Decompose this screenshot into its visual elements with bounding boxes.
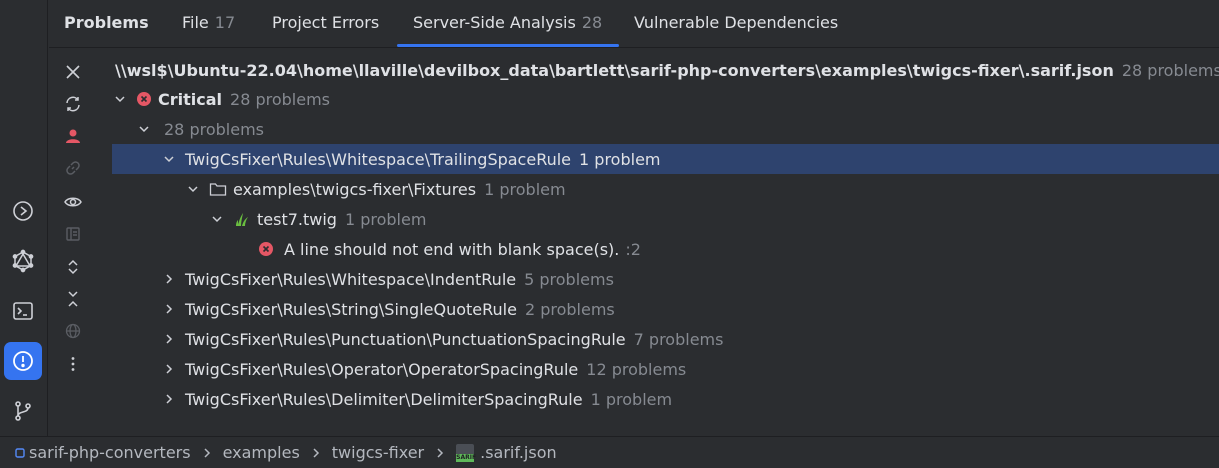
- chevron-right-icon[interactable]: [161, 361, 177, 377]
- tab-server-side-analysis[interactable]: Server-Side Analysis 28: [413, 13, 602, 32]
- rule-name: TwigCsFixer\Rules\String\SingleQuoteRule: [185, 299, 517, 319]
- tab-file[interactable]: File 17: [182, 13, 235, 32]
- chevron-right-icon[interactable]: [161, 301, 177, 317]
- tree-critical-row[interactable]: Critical 28 problems: [112, 84, 1219, 114]
- activity-bar: [0, 0, 48, 436]
- tree-rule-row[interactable]: TwigCsFixer\Rules\Delimiter\DelimiterSpa…: [161, 384, 1219, 414]
- link-icon: [61, 156, 85, 180]
- rule-count: 1 problem: [579, 149, 661, 169]
- root-count: 28 problems: [1121, 60, 1219, 80]
- chevron-down-icon[interactable]: [185, 181, 201, 197]
- eye-icon[interactable]: [61, 190, 85, 214]
- tree-problem-row[interactable]: A line should not end with blank space(s…: [258, 234, 1219, 264]
- user-icon[interactable]: [61, 124, 85, 148]
- rule-name: TwigCsFixer\Rules\Delimiter\DelimiterSpa…: [185, 389, 583, 409]
- breadcrumb-twigcs-fixer-label: twigcs-fixer: [331, 443, 425, 462]
- problem-message: A line should not end with blank space(s…: [284, 239, 620, 259]
- breadcrumb-twigcs-fixer[interactable]: twigcs-fixer: [332, 443, 424, 462]
- tab-vulnerable-dependencies[interactable]: Vulnerable Dependencies: [634, 13, 838, 32]
- tree-rule-row[interactable]: TwigCsFixer\Rules\Punctuation\Punctuatio…: [161, 324, 1219, 354]
- critical-label: Critical: [158, 89, 223, 109]
- chevron-down-icon[interactable]: [136, 121, 152, 137]
- file-name: test7.twig: [257, 209, 337, 229]
- error-icon: [258, 241, 274, 257]
- rule-count: 5 problems: [524, 269, 614, 289]
- collapse-all-icon[interactable]: [61, 287, 85, 311]
- tab-server-side-analysis-count: 28: [581, 13, 603, 32]
- breadcrumb-examples[interactable]: examples: [223, 443, 300, 462]
- twig-file-icon: [233, 211, 251, 227]
- terminal-icon[interactable]: [4, 292, 42, 330]
- chevron-right-icon: [310, 447, 322, 459]
- tab-server-side-analysis-label: Server-Side Analysis: [413, 13, 576, 32]
- active-tab-indicator: [397, 44, 619, 47]
- sarif-file-icon: SARIF: [456, 443, 477, 462]
- rule-name: TwigCsFixer\Rules\Operator\OperatorSpaci…: [185, 359, 579, 379]
- tab-project-errors-label: Project Errors: [272, 13, 380, 32]
- tree-rule-row-selected[interactable]: TwigCsFixer\Rules\Whitespace\TrailingSpa…: [112, 144, 1219, 174]
- rule-count: 12 problems: [586, 359, 687, 379]
- tree-rule-row[interactable]: TwigCsFixer\Rules\Operator\OperatorSpaci…: [161, 354, 1219, 384]
- breadcrumb-project-label: sarif-php-converters: [29, 443, 191, 462]
- run-icon[interactable]: [4, 192, 42, 230]
- root-path: \\wsl$\Ubuntu-22.04\home\llaville\devilb…: [115, 60, 1114, 80]
- chevron-down-icon[interactable]: [161, 151, 177, 167]
- rule-count: 2 problems: [524, 299, 615, 319]
- error-icon: [136, 91, 152, 107]
- rule-count: 7 problems: [633, 329, 724, 349]
- git-icon[interactable]: [4, 392, 42, 430]
- chevron-right-icon: [434, 447, 446, 459]
- breadcrumb-file-label: .sarif.json: [480, 443, 557, 462]
- status-bar: sarif-php-converters examples twigcs-fix…: [0, 436, 1219, 468]
- more-icon[interactable]: [61, 352, 85, 376]
- tree-folder-row[interactable]: examples\twigcs-fixer\Fixtures 1 problem: [185, 174, 1219, 204]
- problems-icon[interactable]: [4, 342, 42, 380]
- folder-count: 1 problem: [484, 179, 566, 199]
- close-icon[interactable]: [61, 60, 85, 84]
- tree-group-row[interactable]: 28 problems: [136, 114, 1219, 144]
- breadcrumb-project[interactable]: sarif-php-converters: [15, 443, 191, 462]
- folder-icon: [209, 181, 227, 197]
- chevron-right-icon[interactable]: [161, 331, 177, 347]
- problems-tab-bar: Problems File 17 Project Errors Server-Si…: [49, 0, 1219, 48]
- folder-name: examples\twigcs-fixer\Fixtures: [233, 179, 477, 199]
- critical-count: 28 problems: [230, 89, 330, 109]
- rule-name: TwigCsFixer\Rules\Whitespace\IndentRule: [185, 269, 517, 289]
- problems-tree: \\wsl$\Ubuntu-22.04\home\llaville\devilb…: [97, 48, 1219, 436]
- chevron-down-icon[interactable]: [112, 91, 128, 107]
- tab-file-count: 17: [214, 13, 236, 32]
- problem-line: :2: [625, 239, 641, 259]
- breadcrumb-file[interactable]: SARIF .sarif.json: [456, 443, 557, 462]
- tool-window-title: Problems: [64, 13, 149, 32]
- preview-icon: [61, 222, 85, 246]
- breadcrumb-examples-label: examples: [222, 443, 300, 462]
- sarif-badge: SARIF: [456, 453, 477, 462]
- chevron-down-icon[interactable]: [209, 211, 225, 227]
- chevron-right-icon[interactable]: [161, 271, 177, 287]
- tree-rule-row[interactable]: TwigCsFixer\Rules\Whitespace\IndentRule …: [161, 264, 1219, 294]
- tree-rule-row[interactable]: TwigCsFixer\Rules\String\SingleQuoteRule…: [161, 294, 1219, 324]
- chevron-right-icon: [201, 447, 213, 459]
- tab-file-label: File: [182, 13, 209, 32]
- graphql-icon[interactable]: [4, 242, 42, 280]
- tree-file-row[interactable]: test7.twig 1 problem: [209, 204, 1219, 234]
- rule-count: 1 problem: [590, 389, 673, 409]
- tab-vulnerable-dependencies-label: Vulnerable Dependencies: [634, 13, 839, 32]
- globe-icon: [61, 319, 85, 343]
- tool-strip: [49, 48, 97, 436]
- tab-project-errors[interactable]: Project Errors: [272, 13, 379, 32]
- refresh-icon[interactable]: [61, 92, 85, 116]
- group-count: 28 problems: [164, 119, 264, 139]
- expand-all-icon[interactable]: [61, 255, 85, 279]
- module-icon: [15, 447, 25, 458]
- file-count: 1 problem: [344, 209, 427, 229]
- chevron-right-icon[interactable]: [161, 391, 177, 407]
- rule-name: TwigCsFixer\Rules\Punctuation\Punctuatio…: [185, 329, 626, 349]
- rule-name: TwigCsFixer\Rules\Whitespace\TrailingSpa…: [185, 149, 572, 169]
- tree-root-row[interactable]: \\wsl$\Ubuntu-22.04\home\llaville\devilb…: [115, 55, 1219, 85]
